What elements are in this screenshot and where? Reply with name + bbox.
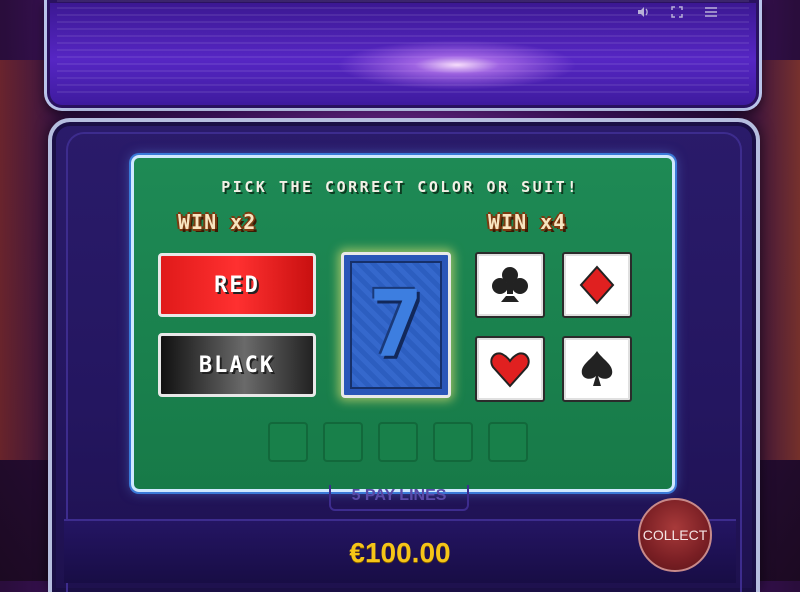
red-button[interactable]: RED [158, 253, 316, 317]
black-button[interactable]: BLACK [158, 333, 316, 397]
hamburger-menu-icon[interactable] [704, 5, 718, 19]
club-suit-button[interactable] [475, 252, 545, 318]
spade-icon [581, 351, 613, 386]
heart-icon [490, 352, 530, 388]
speaker-icon[interactable] [636, 5, 650, 19]
toolbar [636, 5, 718, 19]
history-slot [268, 422, 308, 462]
history-slot [323, 422, 363, 462]
diamond-suit-button[interactable] [562, 252, 632, 318]
fullscreen-icon[interactable] [670, 5, 684, 19]
diamond-icon [579, 265, 615, 305]
collect-button[interactable]: COLLECT [638, 498, 712, 572]
win-x4-label: WIN x4 [488, 210, 567, 234]
club-icon [492, 267, 528, 302]
history-slot [433, 422, 473, 462]
history-slot [378, 422, 418, 462]
card-seven-emblem: 7 [368, 271, 424, 378]
light-flare [337, 40, 577, 90]
pay-lines-label: 5 PAY LINES [329, 485, 469, 511]
history-slot [488, 422, 528, 462]
heart-suit-button[interactable] [475, 336, 545, 402]
win-x2-label: WIN x2 [178, 210, 257, 234]
spade-suit-button[interactable] [562, 336, 632, 402]
face-down-card: 7 [341, 252, 451, 398]
gamble-headline: PICK THE CORRECT COLOR OR SUIT! [221, 178, 579, 196]
